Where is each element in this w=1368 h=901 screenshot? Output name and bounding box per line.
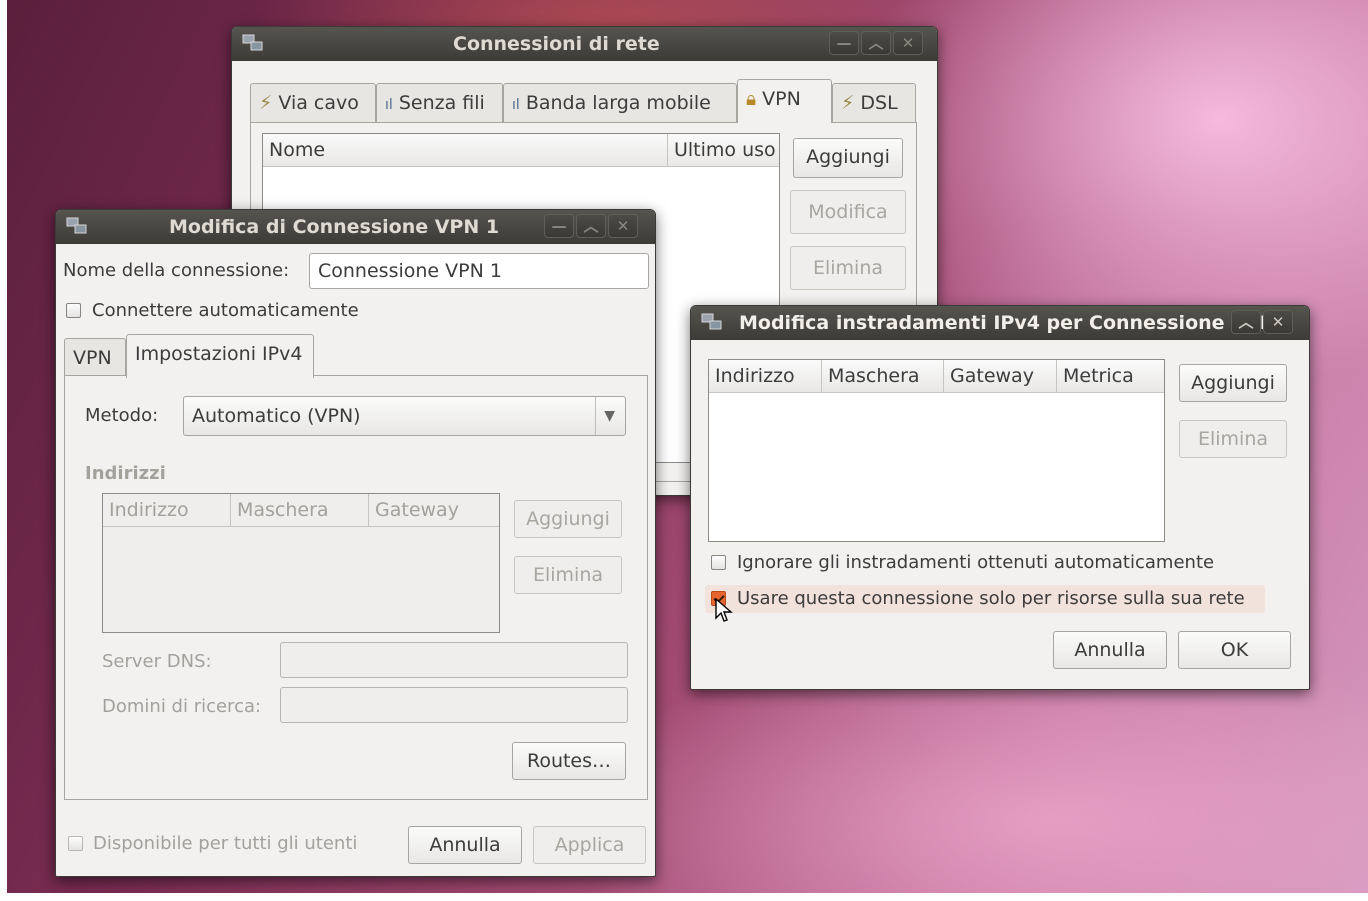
tab-label: Senza fili [398,92,485,114]
column-header-last-used[interactable]: Ultimo uso [668,134,779,167]
titlebar[interactable]: Modifica di Connessione VPN 1 — ︿ ✕ [56,210,655,244]
ipv4-routes-window: Modifica instradamenti IPv4 per Connessi… [690,305,1310,690]
window-title: Modifica di Connessione VPN 1 [169,216,500,238]
edit-button[interactable]: Modifica [790,190,906,234]
mobile-signal-icon: ıl [512,97,520,113]
ignore-auto-routes-checkbox[interactable] [711,555,726,570]
delete-address-button[interactable]: Elimina [514,556,622,594]
titlebar[interactable]: Connessioni di rete — ︿ ✕ [232,27,937,61]
column-header-netmask[interactable]: Maschera [822,360,944,393]
dsl-icon: ⚡ [841,92,855,114]
screen-edge-bottom [0,893,1368,901]
column-header-metric[interactable]: Metrica [1057,360,1164,393]
delete-route-button[interactable]: Elimina [1179,420,1287,458]
cancel-button[interactable]: Annulla [408,826,522,864]
window-title: Modifica instradamenti IPv4 per Connessi… [739,312,1276,334]
network-app-icon [242,34,263,51]
tab-vpn[interactable]: 🔒︎ VPN [737,79,832,123]
network-app-icon [701,313,722,330]
tab-label: Via cavo [278,92,359,114]
network-app-icon [66,217,87,234]
search-domains-field[interactable] [280,687,628,723]
ok-button[interactable]: OK [1178,631,1291,669]
minimize-button[interactable]: — [544,214,574,238]
dns-servers-field[interactable] [280,642,628,678]
tab-label: VPN [73,347,112,369]
minimize-button[interactable]: — [829,31,859,55]
close-button[interactable]: ✕ [1263,310,1293,334]
ignore-auto-routes-label[interactable]: Ignorare gli instradamenti ottenuti auto… [737,552,1214,573]
dns-servers-label: Server DNS: [102,651,212,672]
add-route-button[interactable]: Aggiungi [1179,364,1287,402]
column-header-gateway[interactable]: Gateway [944,360,1057,393]
method-value: Automatico (VPN) [192,405,361,427]
tab-label: VPN [762,88,801,110]
tab-wireless[interactable]: ıl Senza fili [376,83,503,123]
column-header-address: Indirizzo [103,494,231,527]
method-label: Metodo: [85,405,159,426]
tab-label: Banda larga mobile [525,92,711,114]
wired-icon: ⚡ [259,92,273,114]
tab-label: Impostazioni IPv4 [135,343,303,365]
lock-icon: 🔒︎ [746,88,757,110]
column-header-netmask: Maschera [231,494,369,527]
titlebar[interactable]: Modifica instradamenti IPv4 per Connessi… [691,306,1309,340]
method-dropdown[interactable]: Automatico (VPN) ▼ [183,396,626,436]
addresses-header: Indirizzi [85,463,166,484]
tab-dsl[interactable]: ⚡ DSL [832,83,916,123]
wifi-signal-icon: ıl [385,97,393,113]
tab-label: DSL [860,92,898,114]
maximize-button[interactable]: ︿ [861,31,891,55]
search-domains-label: Domini di ricerca: [102,696,262,717]
maximize-button[interactable]: ︿ [1231,310,1261,334]
screen-edge-left [0,0,7,901]
vpn-edit-window: Modifica di Connessione VPN 1 — ︿ ✕ Nome… [55,209,656,877]
tab-mobile-broadband[interactable]: ıl Banda larga mobile [503,83,737,123]
column-header-gateway: Gateway [369,494,499,527]
dropdown-arrow-icon: ▼ [595,397,615,435]
add-address-button[interactable]: Aggiungi [514,500,622,538]
connection-name-label: Nome della connessione: [63,260,290,281]
maximize-button[interactable]: ︿ [576,214,606,238]
apply-button[interactable]: Applica [533,826,646,864]
tab-wired[interactable]: ⚡ Via cavo [250,83,376,123]
addresses-list: Indirizzo Maschera Gateway [102,493,500,633]
tab-ipv4-settings[interactable]: Impostazioni IPv4 [126,334,314,378]
column-header-name[interactable]: Nome [263,134,668,167]
add-button[interactable]: Aggiungi [793,138,903,178]
autoconnect-checkbox[interactable] [66,303,81,318]
all-users-label[interactable]: Disponibile per tutti gli utenti [93,833,357,854]
column-header-address[interactable]: Indirizzo [709,360,822,393]
close-button[interactable]: ✕ [893,31,923,55]
tab-vpn-settings[interactable]: VPN [64,338,126,378]
autoconnect-label[interactable]: Connettere automaticamente [92,300,359,321]
window-title: Connessioni di rete [453,33,660,55]
all-users-checkbox[interactable] [68,836,83,851]
close-button[interactable]: ✕ [608,214,638,238]
cancel-button[interactable]: Annulla [1053,631,1167,669]
only-own-network-label[interactable]: Usare questa connessione solo per risors… [737,588,1245,609]
mouse-pointer-icon [715,598,733,622]
delete-button[interactable]: Elimina [790,246,906,290]
routes-button[interactable]: Routes… [512,742,626,780]
routes-list[interactable]: Indirizzo Maschera Gateway Metrica [708,359,1165,542]
connection-name-field[interactable]: Connessione VPN 1 [309,253,649,289]
